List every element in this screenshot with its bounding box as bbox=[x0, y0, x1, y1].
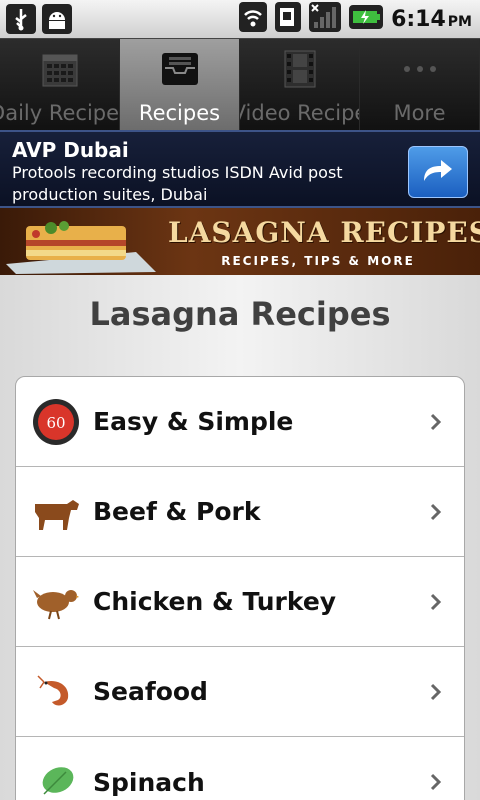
chevron-right-icon bbox=[430, 503, 442, 521]
battery-charging-icon bbox=[349, 5, 384, 33]
tab-label: Video Recipe bbox=[240, 101, 359, 125]
chevron-right-icon bbox=[430, 773, 442, 791]
ad-title: AVP Dubai bbox=[12, 138, 129, 162]
tab-label: Daily Recipes bbox=[0, 101, 120, 125]
tab-label: More bbox=[393, 101, 446, 125]
timer-badge: 60 bbox=[46, 414, 65, 432]
content-area: Lasagna Recipes 60 Easy & Simple Beef & … bbox=[0, 275, 480, 800]
inbox-tray-icon bbox=[160, 49, 200, 89]
spinach-leaf-icon bbox=[31, 757, 81, 800]
list-item-seafood[interactable]: Seafood bbox=[16, 647, 464, 737]
list-item-label: Seafood bbox=[93, 677, 208, 706]
ad-banner[interactable]: AVP Dubai Protools recording studios ISD… bbox=[0, 130, 480, 208]
signal-icon bbox=[309, 2, 342, 36]
clock: 6:14 PM bbox=[391, 7, 472, 32]
usb-icon bbox=[6, 4, 36, 34]
tab-more[interactable]: More bbox=[360, 39, 480, 131]
list-item-beef-pork[interactable]: Beef & Pork bbox=[16, 467, 464, 557]
list-item-label: Beef & Pork bbox=[93, 497, 261, 526]
page-title: Lasagna Recipes bbox=[89, 295, 391, 333]
banner-title: LASAGNA RECIPES bbox=[168, 216, 480, 249]
status-bar: 6:14 PM bbox=[0, 0, 480, 38]
list-item-chicken-turkey[interactable]: Chicken & Turkey bbox=[16, 557, 464, 647]
banner-subtitle: RECIPES, TIPS & MORE bbox=[221, 254, 415, 268]
chevron-right-icon bbox=[430, 413, 442, 431]
tab-video-recipe[interactable]: Video Recipe bbox=[240, 39, 360, 131]
list-item-label: Easy & Simple bbox=[93, 407, 294, 436]
clock-ampm: PM bbox=[447, 13, 472, 30]
category-list: 60 Easy & Simple Beef & Pork Chicken & T… bbox=[15, 376, 465, 800]
list-item-label: Spinach bbox=[93, 767, 205, 797]
list-item-spinach[interactable]: Spinach bbox=[16, 737, 464, 800]
chevron-right-icon bbox=[430, 593, 442, 611]
chicken-icon bbox=[31, 577, 81, 627]
shrimp-icon bbox=[31, 667, 81, 717]
lasagna-banner: LASAGNA RECIPES RECIPES, TIPS & MORE bbox=[0, 208, 480, 275]
chevron-right-icon bbox=[430, 683, 442, 701]
ad-open-button[interactable] bbox=[408, 146, 468, 198]
clock-time: 6:14 bbox=[391, 6, 446, 32]
more-dots-icon bbox=[400, 49, 440, 89]
share-arrow-icon bbox=[421, 157, 455, 187]
list-item-label: Chicken & Turkey bbox=[93, 587, 337, 616]
cow-icon bbox=[31, 487, 81, 537]
sim-icon bbox=[275, 2, 302, 36]
tab-bar: Daily Recipes Recipes Video Recipe More bbox=[0, 38, 480, 131]
tab-recipes[interactable]: Recipes bbox=[120, 39, 240, 131]
wifi-icon bbox=[239, 2, 268, 36]
film-icon bbox=[280, 49, 320, 89]
timer-60-icon: 60 bbox=[31, 397, 81, 447]
tab-label: Recipes bbox=[138, 101, 221, 125]
lasagna-plate-image bbox=[6, 214, 156, 274]
ad-text: Protools recording studios ISDN Avid pos… bbox=[12, 163, 343, 204]
calendar-icon bbox=[40, 49, 80, 89]
tab-daily-recipes[interactable]: Daily Recipes bbox=[0, 39, 120, 131]
list-item-easy-simple[interactable]: 60 Easy & Simple bbox=[16, 377, 464, 467]
android-debug-icon bbox=[42, 4, 72, 34]
